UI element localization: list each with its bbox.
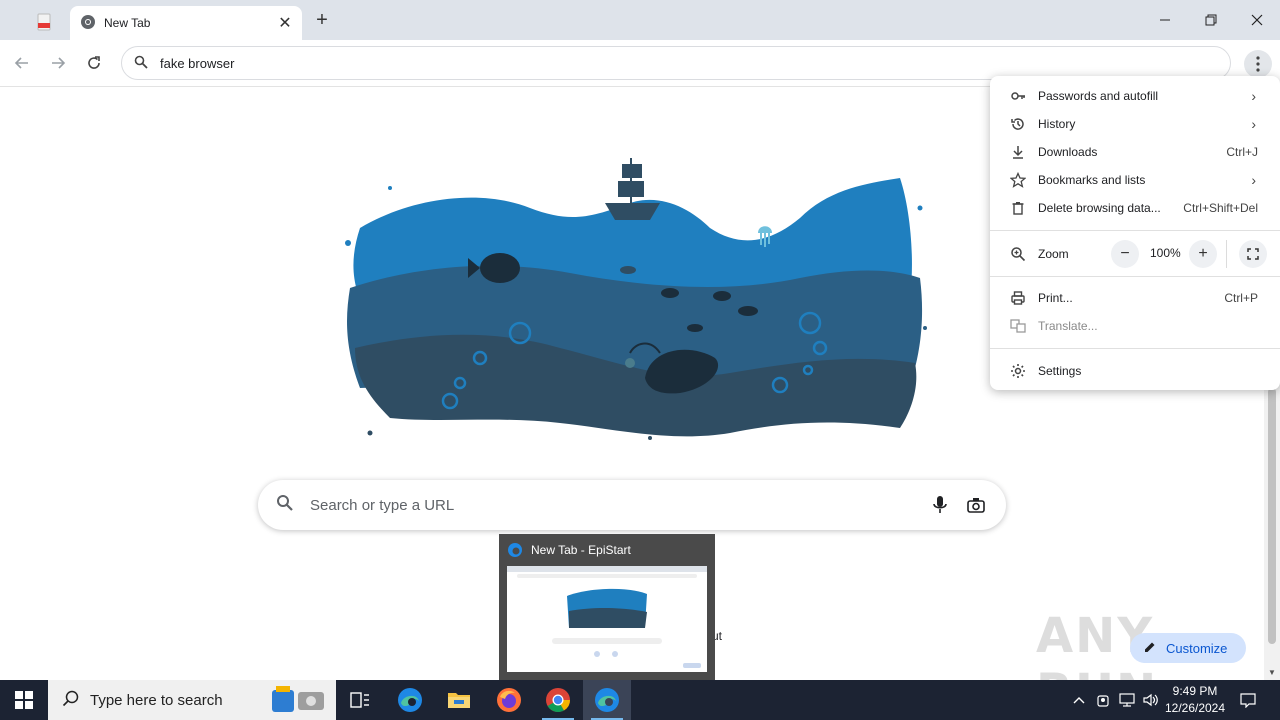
taskbar-search-placeholder: Type here to search bbox=[90, 691, 223, 709]
tray-meet-icon[interactable] bbox=[1092, 680, 1114, 720]
ocean-doodle-image[interactable] bbox=[330, 148, 930, 448]
menu-item-shortcut: Ctrl+P bbox=[1224, 291, 1258, 305]
search-icon bbox=[62, 689, 80, 711]
menu-item-passwords[interactable]: Passwords and autofill › bbox=[990, 82, 1280, 110]
star-icon bbox=[1010, 172, 1026, 188]
start-button[interactable] bbox=[0, 680, 48, 720]
task-view-button[interactable] bbox=[336, 680, 384, 720]
tab-title: New Tab bbox=[104, 16, 151, 30]
system-clock[interactable]: 9:49 PM 12/26/2024 bbox=[1160, 683, 1230, 717]
menu-item-label: Bookmarks and lists bbox=[1038, 173, 1146, 187]
taskbar-window-preview[interactable]: New Tab - EpiStart bbox=[499, 534, 715, 680]
menu-item-label: Settings bbox=[1038, 364, 1082, 378]
camera-icon[interactable] bbox=[958, 487, 994, 523]
tray-chevron-up-icon[interactable] bbox=[1068, 680, 1090, 720]
taskbar-file-explorer-icon[interactable] bbox=[435, 680, 483, 720]
address-text: fake browser bbox=[160, 55, 235, 71]
zoom-icon bbox=[1010, 246, 1026, 262]
menu-item-history[interactable]: History › bbox=[990, 110, 1280, 138]
menu-separator bbox=[990, 276, 1280, 277]
zoom-divider bbox=[1226, 240, 1227, 268]
browser-main-menu: Passwords and autofill › History › Downl… bbox=[990, 76, 1280, 390]
clock-date: 12/26/2024 bbox=[1164, 701, 1226, 715]
search-icon bbox=[134, 55, 148, 72]
menu-item-label: Passwords and autofill bbox=[1038, 89, 1159, 103]
scroll-down-arrow-icon[interactable]: ▼ bbox=[1264, 664, 1280, 680]
volume-icon[interactable] bbox=[1140, 680, 1162, 720]
address-bar[interactable]: fake browser bbox=[121, 46, 1231, 80]
taskbar-firefox-icon[interactable] bbox=[485, 680, 533, 720]
pencil-icon bbox=[1144, 641, 1156, 656]
ntp-search-box[interactable]: Search or type a URL bbox=[258, 480, 1006, 530]
chevron-right-icon: › bbox=[1251, 88, 1256, 104]
taskbar-search-box[interactable]: Type here to search bbox=[48, 680, 336, 720]
tab-strip: New Tab ✕ + bbox=[0, 0, 1280, 40]
menu-item-label: History bbox=[1038, 117, 1076, 131]
zoom-in-button[interactable]: + bbox=[1189, 240, 1217, 268]
zoom-value: 100% bbox=[1150, 246, 1181, 260]
menu-item-print[interactable]: Print... Ctrl+P bbox=[990, 284, 1280, 312]
menu-separator bbox=[990, 230, 1280, 231]
scrollbar-thumb[interactable] bbox=[1268, 388, 1276, 644]
chevron-right-icon: › bbox=[1251, 172, 1256, 188]
customize-button[interactable]: Customize bbox=[1130, 633, 1246, 663]
zoom-label: Zoom bbox=[1038, 247, 1069, 261]
key-icon bbox=[1010, 88, 1026, 104]
translate-icon bbox=[1010, 318, 1026, 334]
ntp-search-icon bbox=[276, 494, 294, 517]
ntp-search-placeholder: Search or type a URL bbox=[310, 496, 455, 514]
windows-logo-icon bbox=[15, 691, 33, 709]
microphone-icon[interactable] bbox=[922, 487, 958, 523]
menu-item-delete-browsing-data[interactable]: Delete browsing data... Ctrl+Shift+Del bbox=[990, 194, 1280, 222]
back-button[interactable] bbox=[7, 48, 37, 78]
menu-item-label: Print... bbox=[1038, 291, 1073, 305]
notification-icon[interactable] bbox=[1234, 680, 1262, 720]
taskbar-edge-active-icon[interactable] bbox=[583, 680, 631, 720]
menu-item-bookmarks[interactable]: Bookmarks and lists › bbox=[990, 166, 1280, 194]
menu-separator bbox=[990, 348, 1280, 349]
tab-close-icon[interactable]: ✕ bbox=[272, 10, 298, 36]
restore-button[interactable] bbox=[1188, 0, 1234, 40]
menu-item-downloads[interactable]: Downloads Ctrl+J bbox=[990, 138, 1280, 166]
menu-item-settings[interactable]: Settings bbox=[990, 357, 1280, 385]
taskbar-edge-icon[interactable] bbox=[386, 680, 434, 720]
printer-icon bbox=[1010, 290, 1026, 306]
close-window-button[interactable] bbox=[1234, 0, 1280, 40]
minimize-button[interactable] bbox=[1142, 0, 1188, 40]
menu-item-label: Translate... bbox=[1038, 319, 1098, 333]
menu-item-shortcut: Ctrl+Shift+Del bbox=[1183, 201, 1258, 215]
customize-label: Customize bbox=[1166, 640, 1228, 656]
menu-item-label: Delete browsing data... bbox=[1038, 201, 1161, 215]
search-highlight-icon bbox=[268, 684, 330, 720]
windows-taskbar: Type here to search 9:49 PM 12/26/2024 bbox=[0, 680, 1280, 720]
fullscreen-button[interactable] bbox=[1239, 240, 1267, 268]
zoom-out-button[interactable]: − bbox=[1111, 240, 1139, 268]
reload-button[interactable] bbox=[79, 48, 109, 78]
menu-item-translate: Translate... bbox=[990, 312, 1280, 340]
preview-title: New Tab - EpiStart bbox=[531, 543, 631, 557]
menu-item-label: Downloads bbox=[1038, 145, 1098, 159]
download-icon bbox=[1010, 144, 1026, 160]
preview-thumbnail-image[interactable] bbox=[507, 566, 707, 672]
taskbar-chrome-icon[interactable] bbox=[534, 680, 582, 720]
pdf-tab-icon[interactable] bbox=[24, 8, 64, 36]
forward-button[interactable] bbox=[43, 48, 73, 78]
more-menu-button[interactable] bbox=[1244, 50, 1272, 78]
gear-icon bbox=[1010, 363, 1026, 379]
new-tab-button[interactable]: + bbox=[308, 8, 336, 32]
chevron-right-icon: › bbox=[1251, 116, 1256, 132]
chrome-favicon-icon bbox=[80, 14, 96, 33]
network-icon[interactable] bbox=[1116, 680, 1138, 720]
edge-icon bbox=[507, 542, 523, 558]
tab-new-tab[interactable]: New Tab ✕ bbox=[70, 6, 302, 40]
clock-time: 9:49 PM bbox=[1172, 684, 1218, 698]
history-icon bbox=[1010, 116, 1026, 132]
menu-item-shortcut: Ctrl+J bbox=[1226, 145, 1258, 159]
trash-icon bbox=[1010, 200, 1026, 216]
